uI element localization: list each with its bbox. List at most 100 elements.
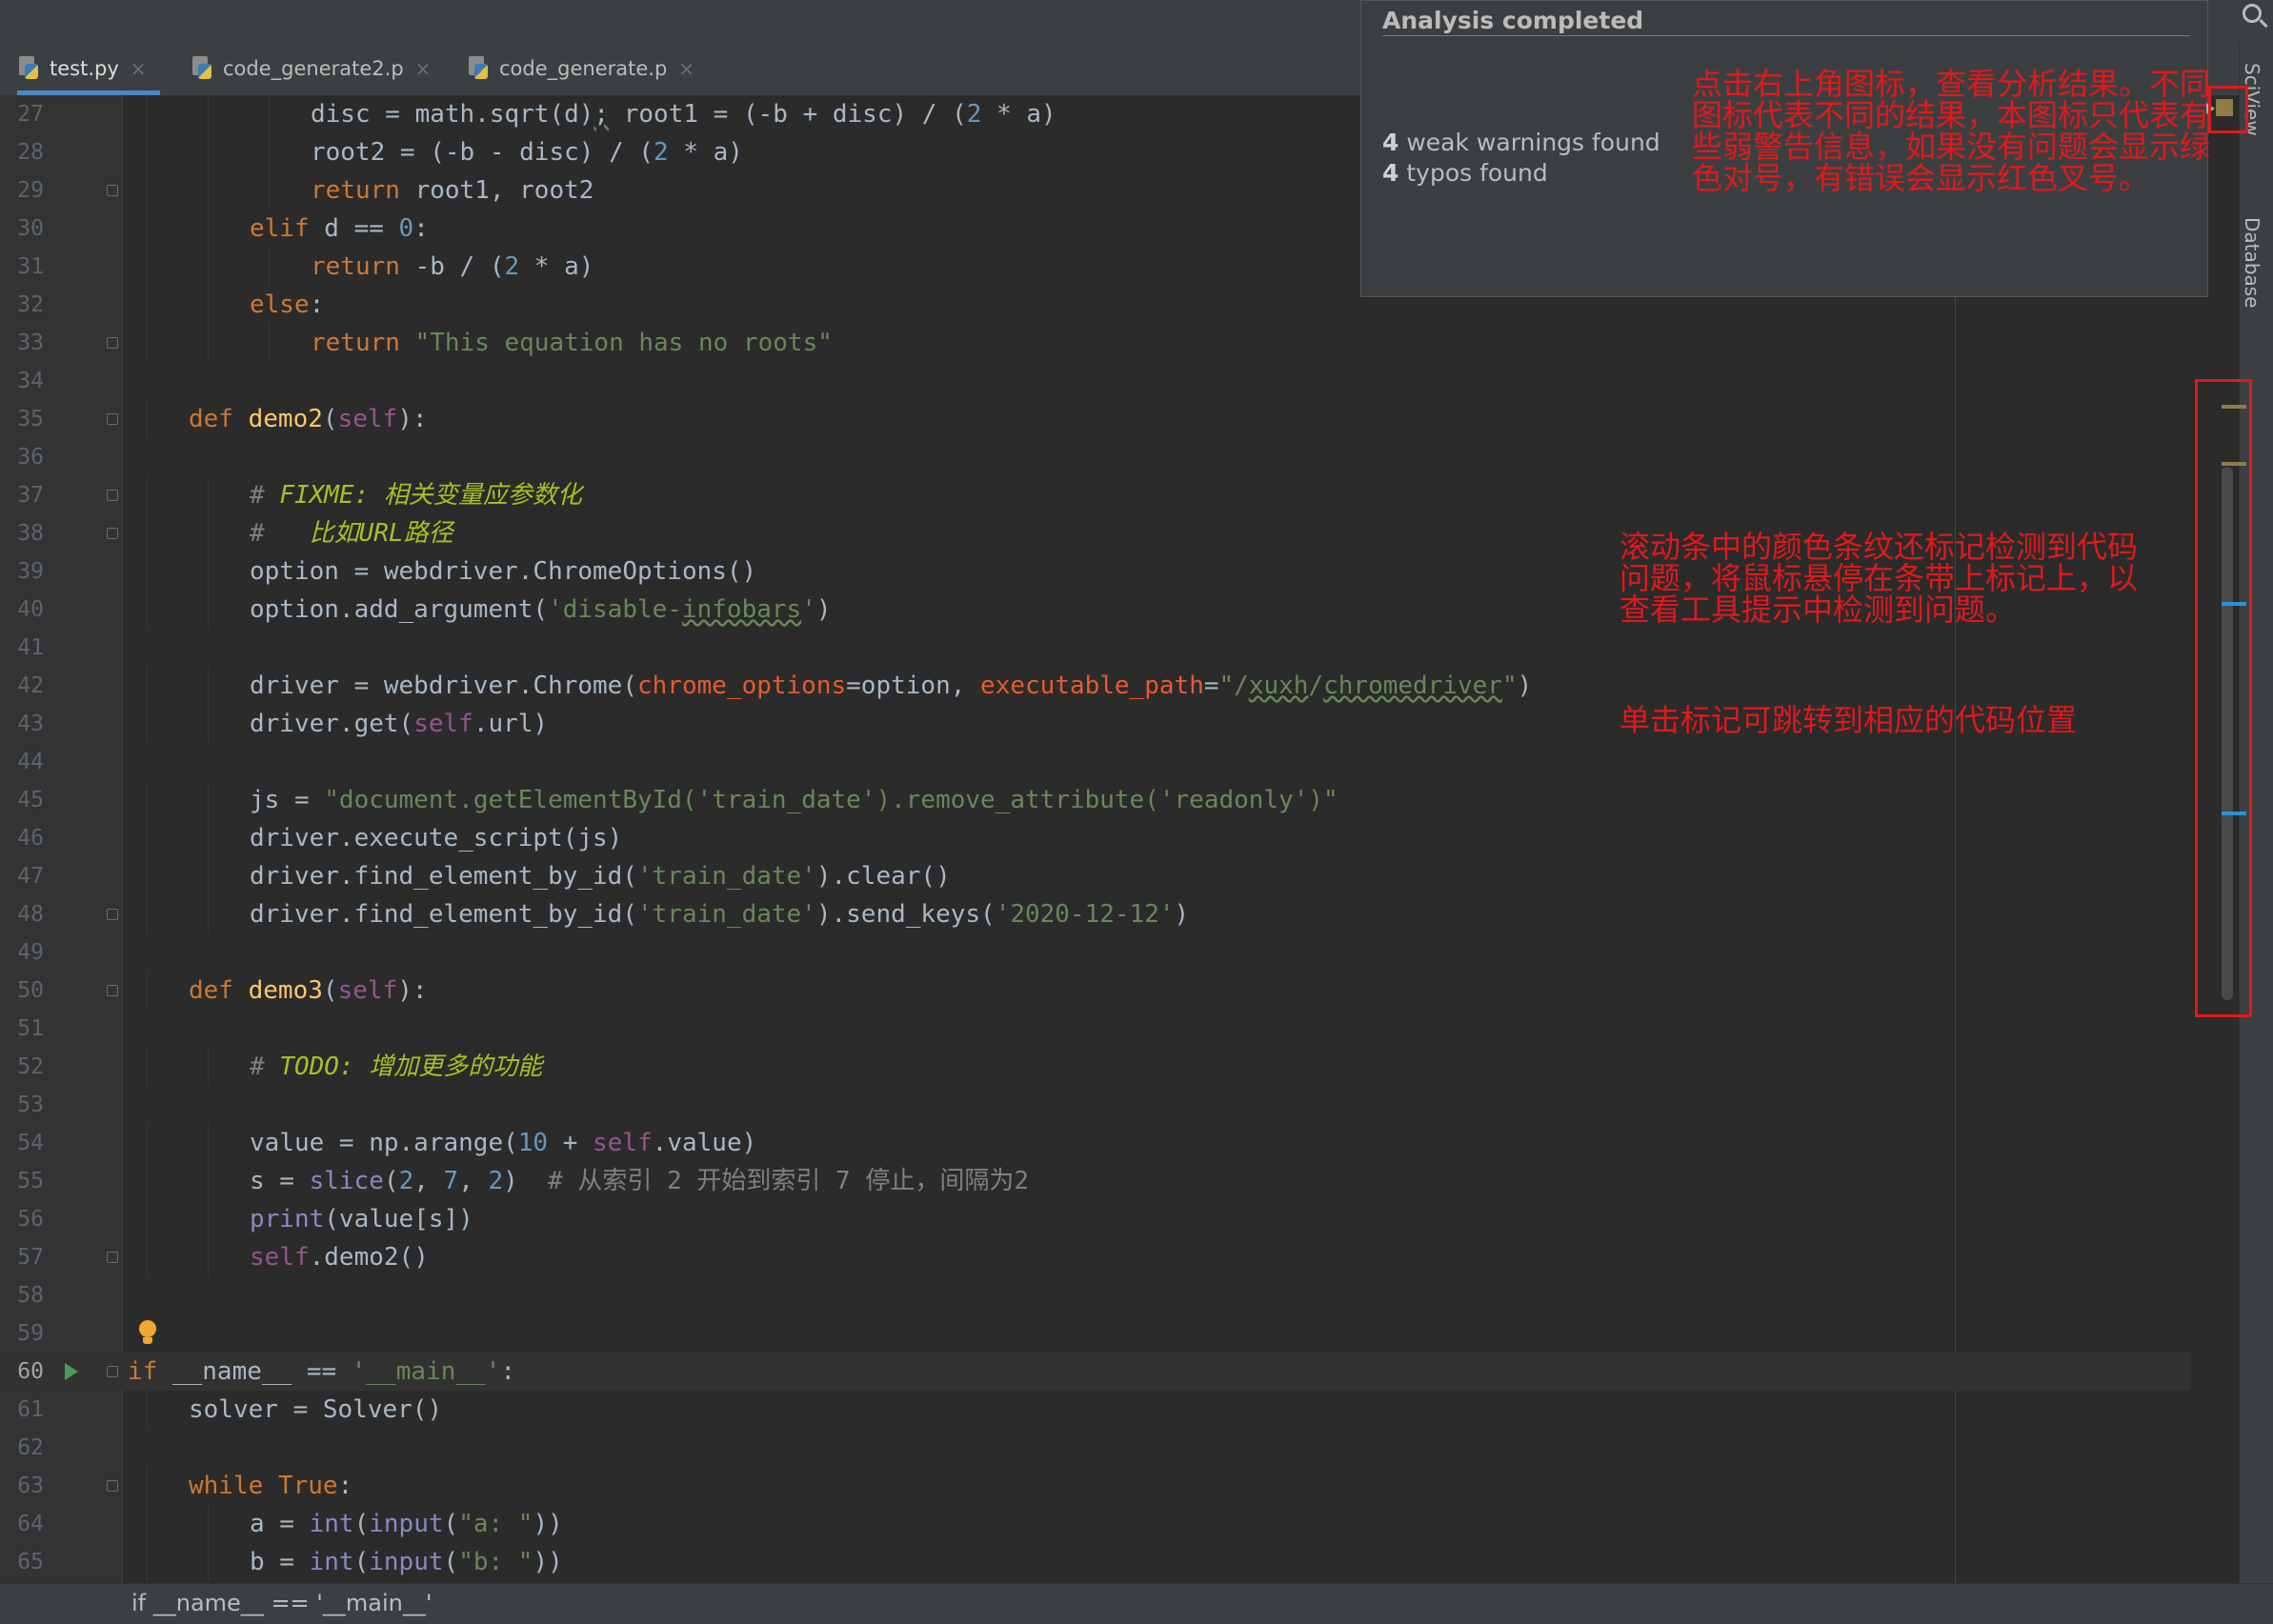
code-token: demo2 [248, 405, 323, 433]
tab-code-generate[interactable]: code_generate.p × [467, 42, 694, 95]
indent-guide [147, 286, 148, 324]
indent-guide [208, 667, 209, 705]
database-tool-button[interactable]: Database [2241, 217, 2263, 308]
code-line[interactable]: 45 js = "document.getElementById('train_d… [0, 781, 2191, 819]
fold-marker-icon[interactable] [107, 337, 118, 349]
code-line[interactable]: 57 self.demo2() [0, 1238, 2191, 1276]
code-token: : [413, 214, 429, 243]
fold-marker-icon[interactable] [107, 985, 118, 996]
code-line[interactable]: 37 # FIXME: 相关变量应参数化 [0, 476, 2191, 514]
code-text: root2 = (-b - disc) / (2 * a) [311, 133, 743, 171]
code-line[interactable]: 64 a = int(input("a: ")) [0, 1505, 2191, 1543]
fold-marker-icon[interactable] [107, 185, 118, 196]
code-line[interactable]: 49 [0, 933, 2191, 972]
run-icon[interactable] [65, 1363, 78, 1380]
code-editor[interactable]: 27 disc = math.sqrt(d); root1 = (-b + dis… [0, 95, 2191, 1583]
code-token: value = np.arange( [250, 1129, 518, 1157]
code-line[interactable]: 53 [0, 1086, 2191, 1124]
code-text: option.add_argument('disable-infobars') [250, 591, 832, 629]
code-line[interactable]: 35 def demo2(self): [0, 400, 2191, 438]
code-token: .value) [652, 1129, 757, 1157]
code-token: int [309, 1548, 354, 1576]
code-line[interactable]: 58 [0, 1276, 2191, 1314]
fold-marker-icon[interactable] [107, 490, 118, 501]
indent-guide [147, 819, 148, 857]
code-line[interactable]: 60 if __name__ == '__main__': [0, 1353, 2191, 1391]
code-line[interactable]: 52 # TODO: 增加更多的功能 [0, 1048, 2191, 1086]
line-number: 35 [17, 407, 44, 431]
indent-guide [208, 286, 209, 324]
code-token: return [311, 252, 400, 281]
line-number: 65 [17, 1550, 44, 1574]
indent-guide [147, 95, 148, 133]
line-number: 51 [17, 1016, 44, 1041]
line-number: 62 [17, 1435, 44, 1460]
code-line[interactable]: 51 [0, 1010, 2191, 1048]
indent-guide [147, 210, 148, 248]
close-tab-icon[interactable]: × [131, 57, 147, 80]
tab-test-py[interactable]: test.py × [17, 42, 160, 95]
indent-guide [208, 1505, 209, 1543]
line-number: 63 [17, 1474, 44, 1498]
tab-label: code_generate.p [499, 57, 668, 80]
code-line[interactable]: 61 solver = Solver() [0, 1391, 2191, 1429]
code-token: "This equation has no roots" [414, 329, 833, 357]
code-line[interactable]: 36 [0, 438, 2191, 476]
fold-marker-icon[interactable] [107, 909, 118, 920]
code-token: 10 [517, 1129, 549, 1157]
code-line[interactable]: 48 driver.find_element_by_id('train_date'… [0, 895, 2191, 933]
tab-code-generate2[interactable]: code_generate2.p × [191, 42, 431, 95]
highlight-inspection-icon [2208, 86, 2248, 133]
line-number: 37 [17, 483, 44, 508]
code-token: chrome_options [637, 672, 847, 700]
breadcrumb[interactable]: if __name__ == '__main__' [131, 1590, 432, 1616]
code-line[interactable]: 55 s = slice(2, 7, 2) # 从索引 2 开始到索引 7 停止，… [0, 1162, 2191, 1200]
code-token: executable_path [980, 672, 1204, 700]
fold-marker-icon[interactable] [107, 1252, 118, 1263]
code-line[interactable]: 65 b = int(input("b: ")) [0, 1543, 2191, 1581]
code-line[interactable]: 56 print(value[s]) [0, 1200, 2191, 1238]
code-token: input [369, 1510, 444, 1538]
weak-warnings-line: 4 weak warnings found [1382, 129, 1660, 156]
code-token: , [413, 1167, 444, 1195]
code-line[interactable]: 63 while True: [0, 1467, 2191, 1505]
code-line[interactable]: 34 [0, 362, 2191, 400]
indent-guide [208, 1238, 209, 1276]
code-token: driver.find_element_by_id( [250, 862, 637, 891]
search-icon[interactable] [2243, 4, 2262, 23]
code-line[interactable]: 44 [0, 743, 2191, 781]
indent-guide [208, 133, 209, 171]
code-line[interactable]: 47 driver.find_element_by_id('train_date'… [0, 857, 2191, 895]
fold-marker-icon[interactable] [107, 413, 118, 425]
fold-marker-icon[interactable] [107, 528, 118, 539]
fold-marker-icon[interactable] [107, 1480, 118, 1492]
code-line[interactable]: 50 def demo3(self): [0, 972, 2191, 1010]
indent-guide [147, 895, 148, 933]
status-bar: if __name__ == '__main__' [0, 1583, 2273, 1624]
fold-marker-icon[interactable] [107, 1366, 118, 1377]
popup-title: Analysis completed [1382, 7, 1644, 34]
code-token: : [309, 291, 325, 319]
code-token: self [413, 710, 473, 738]
code-token: TODO: 增加更多的功能 [279, 1053, 543, 1081]
code-line[interactable]: 41 [0, 629, 2191, 667]
code-line[interactable]: 54 value = np.arange(10 + self.value) [0, 1124, 2191, 1162]
code-line[interactable]: 42 driver = webdriver.Chrome(chrome_optio… [0, 667, 2191, 705]
code-line[interactable]: 33 return "This equation has no roots" [0, 324, 2191, 362]
close-tab-icon[interactable]: × [678, 57, 694, 80]
code-token: driver.execute_script(js) [250, 824, 623, 852]
lightbulb-icon[interactable] [137, 1320, 158, 1347]
code-line[interactable]: 62 [0, 1429, 2191, 1467]
code-token: / [1308, 672, 1324, 700]
indent-guide [208, 324, 209, 362]
code-line[interactable]: 46 driver.execute_script(js) [0, 819, 2191, 857]
close-tab-icon[interactable]: × [415, 57, 432, 80]
indent-guide [147, 1162, 148, 1200]
code-token: * a) [519, 252, 594, 281]
code-token: print [250, 1205, 325, 1233]
indent-guide [208, 1124, 209, 1162]
code-line[interactable]: 59 [0, 1314, 2191, 1353]
code-token: demo3 [248, 976, 323, 1005]
indent-guide [147, 1048, 148, 1086]
code-text: driver.find_element_by_id('train_date').… [250, 857, 951, 895]
